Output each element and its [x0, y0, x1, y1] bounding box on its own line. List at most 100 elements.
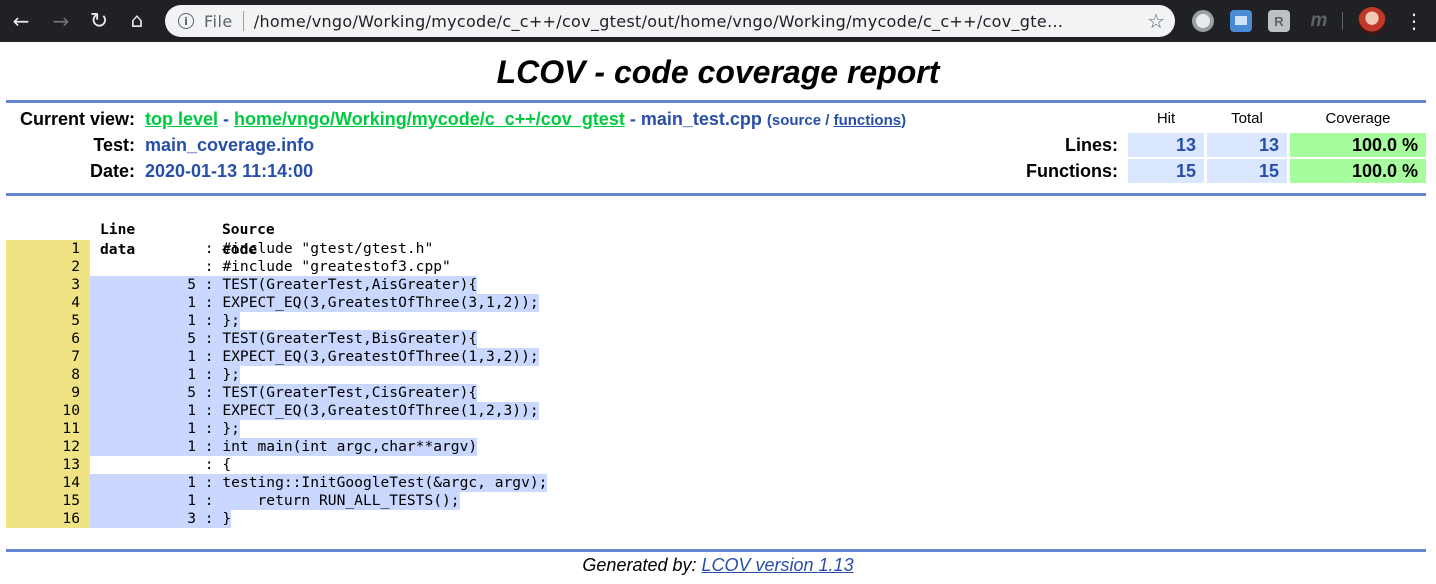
- source-code-text: #include "gtest/gtest.h": [222, 240, 434, 257]
- line-colon: :: [196, 420, 223, 437]
- source-code-text: return RUN_ALL_TESTS();: [222, 492, 460, 509]
- browser-toolbar: ← → ↻ ⌂ i File /home/vngo/Working/mycode…: [0, 0, 1436, 42]
- line-content: : {: [90, 456, 231, 474]
- line-colon: :: [196, 240, 223, 257]
- col-total-header: Total: [1231, 110, 1263, 127]
- hit-count: 5: [187, 330, 196, 347]
- extension-m-icon[interactable]: m: [1308, 10, 1330, 32]
- line-colon: :: [196, 366, 223, 383]
- ruler-top: [6, 100, 1426, 103]
- line-number[interactable]: 12: [6, 438, 90, 456]
- toolbar-divider: [1342, 12, 1343, 30]
- source-code-text: {: [222, 456, 232, 473]
- date-value: 2020-01-13 11:14:00: [145, 161, 314, 181]
- hit-count: 1: [187, 348, 196, 365]
- hit-count: 5: [187, 276, 196, 293]
- source-code-text: EXPECT_EQ(3,GreatestOfThree(3,1,2));: [222, 294, 539, 311]
- hit-count: 5: [187, 384, 196, 401]
- line-colon: :: [196, 258, 223, 275]
- line-number[interactable]: 15: [6, 492, 90, 510]
- date-label: Date:: [89, 161, 135, 181]
- line-content: 1 : };: [90, 366, 240, 384]
- home-icon[interactable]: ⌂: [122, 5, 152, 35]
- forward-icon[interactable]: →: [46, 6, 76, 36]
- lines-coverage: 100.0 %: [1290, 133, 1426, 157]
- hit-count: 1: [187, 492, 196, 509]
- line-number[interactable]: 11: [6, 420, 90, 438]
- line-number[interactable]: 3: [6, 276, 90, 294]
- source-open: (source /: [766, 112, 834, 129]
- star-icon[interactable]: ☆: [1147, 9, 1165, 33]
- hit-count: 1: [187, 294, 196, 311]
- line-content: 1 : EXPECT_EQ(3,GreatestOfThree(1,3,2));: [90, 348, 539, 366]
- current-view-label: Current view:: [19, 109, 135, 129]
- source-code-text: TEST(GreaterTest,BisGreater){: [222, 330, 478, 347]
- source-code-text: #include "greatestof3.cpp": [222, 258, 451, 275]
- line-content: 5 : TEST(GreaterTest,AisGreater){: [90, 276, 478, 294]
- source-code-text: TEST(GreaterTest,AisGreater){: [222, 276, 478, 293]
- breadcrumb: top level - home/vngo/Working/mycode/c_c…: [145, 107, 906, 133]
- line-number[interactable]: 4: [6, 294, 90, 312]
- source-code-text: }: [222, 510, 232, 527]
- generated-by-label: Generated by:: [582, 555, 702, 575]
- profile-avatar[interactable]: [1358, 7, 1386, 35]
- line-number[interactable]: 14: [6, 474, 90, 492]
- line-number[interactable]: 8: [6, 366, 90, 384]
- file-name: main_test.cpp: [640, 109, 762, 129]
- hit-count: 1: [187, 312, 196, 329]
- source-code-text: int main(int argc,char**argv): [222, 438, 478, 455]
- hit-count: 3: [187, 510, 196, 527]
- reload-icon[interactable]: ↻: [84, 6, 114, 36]
- line-content: 1 : testing::InitGoogleTest(&argc, argv)…: [90, 474, 548, 492]
- lines-label: Lines:: [1064, 135, 1118, 155]
- extension-r-icon[interactable]: R: [1268, 10, 1290, 32]
- extension-book-icon[interactable]: [1230, 10, 1252, 32]
- breadcrumb-separator: -: [624, 109, 641, 129]
- line-colon: :: [196, 294, 223, 311]
- hit-count: 1: [187, 366, 196, 383]
- line-number[interactable]: 16: [6, 510, 90, 528]
- url-text[interactable]: /home/vngo/Working/mycode/c_c++/cov_gtes…: [254, 12, 1124, 31]
- lines-hit: 13: [1128, 133, 1204, 157]
- address-bar[interactable]: i File /home/vngo/Working/mycode/c_c++/c…: [165, 5, 1175, 37]
- breadcrumb-separator: -: [218, 109, 235, 129]
- ruler-middle: [6, 193, 1426, 196]
- line-colon: :: [196, 456, 223, 473]
- line-colon: :: [196, 330, 223, 347]
- line-content: 1 : return RUN_ALL_TESTS();: [90, 492, 460, 510]
- lcov-version-link[interactable]: LCOV version 1.13: [702, 555, 854, 575]
- top-level-link[interactable]: top level: [145, 109, 218, 129]
- line-content: 1 : };: [90, 312, 240, 330]
- line-number[interactable]: 6: [6, 330, 90, 348]
- line-number[interactable]: 2: [6, 258, 90, 276]
- info-icon[interactable]: i: [178, 13, 194, 29]
- functions-hit: 15: [1128, 159, 1204, 183]
- source-code-text: EXPECT_EQ(3,GreatestOfThree(1,3,2));: [222, 348, 539, 365]
- menu-dots-icon[interactable]: ⋮: [1404, 8, 1424, 34]
- hit-count: 1: [187, 474, 196, 491]
- line-number[interactable]: 7: [6, 348, 90, 366]
- test-value: main_coverage.info: [145, 135, 315, 155]
- path-link[interactable]: home/vngo/Working/mycode/c_c++/cov_gtest: [234, 109, 625, 129]
- col-coverage-header: Coverage: [1325, 110, 1391, 127]
- line-number[interactable]: 9: [6, 384, 90, 402]
- test-label: Test:: [93, 135, 135, 155]
- source-code-text: TEST(GreaterTest,CisGreater){: [222, 384, 478, 401]
- functions-coverage: 100.0 %: [1290, 159, 1426, 183]
- source-close: ): [901, 112, 907, 129]
- line-number[interactable]: 5: [6, 312, 90, 330]
- line-number[interactable]: 13: [6, 456, 90, 474]
- line-colon: :: [196, 402, 223, 419]
- line-number[interactable]: 10: [6, 402, 90, 420]
- page-title: LCOV - code coverage report: [496, 54, 940, 90]
- back-icon[interactable]: ←: [6, 6, 36, 36]
- line-number[interactable]: 1: [6, 240, 90, 258]
- col-hit-header: Hit: [1156, 110, 1176, 127]
- extension-circle-icon[interactable]: [1192, 10, 1214, 32]
- extension-m-label: m: [1310, 10, 1328, 31]
- line-colon: :: [196, 492, 223, 509]
- line-content: : #include "gtest/gtest.h": [90, 240, 433, 258]
- source-code-text: };: [222, 312, 240, 329]
- functions-link[interactable]: functions: [834, 112, 902, 129]
- hit-count: 1: [187, 438, 196, 455]
